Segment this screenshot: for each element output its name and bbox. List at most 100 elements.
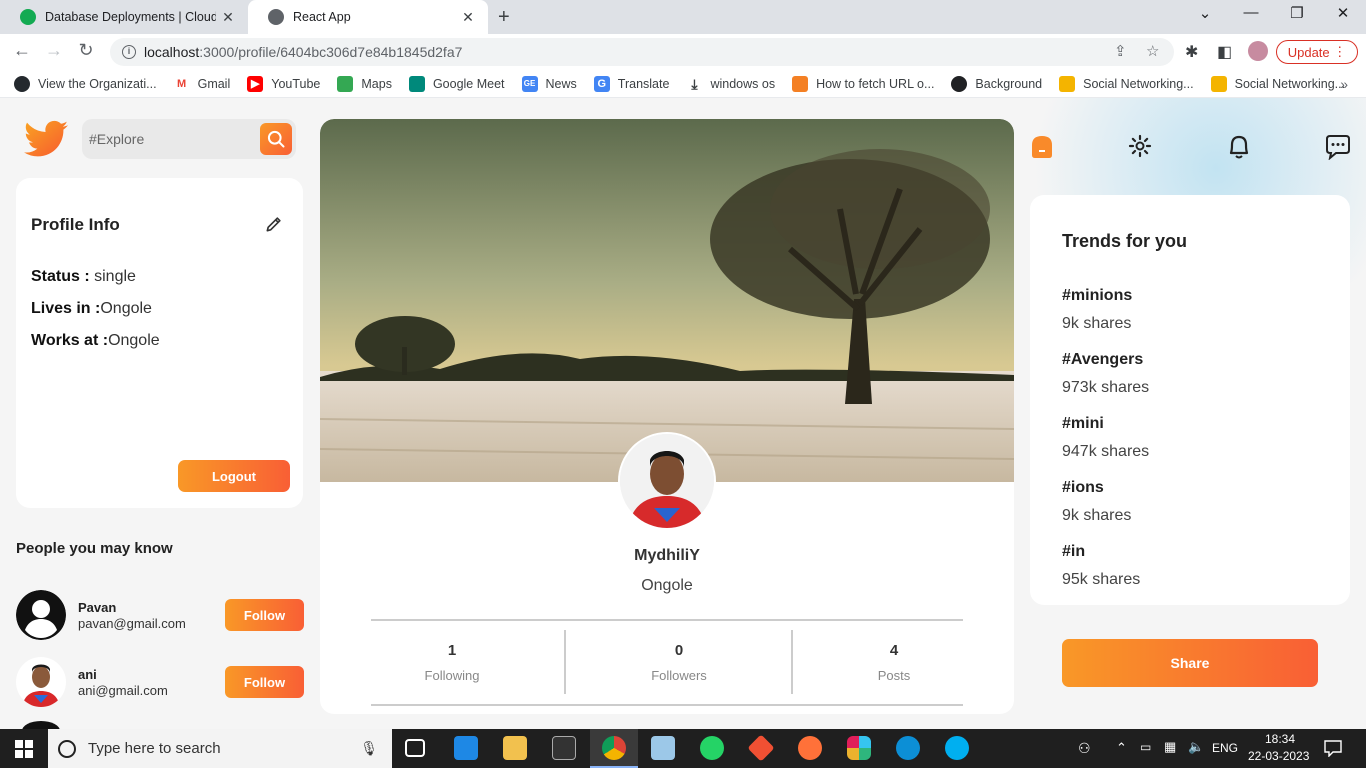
language-indicator[interactable]: ENG bbox=[1212, 741, 1238, 755]
terminal-icon[interactable] bbox=[552, 736, 576, 760]
search-button[interactable] bbox=[260, 123, 292, 155]
stat-number: 0 bbox=[674, 642, 684, 659]
volume-muted-icon[interactable]: 🔈 bbox=[1188, 739, 1204, 755]
bookmark-item[interactable]: View the Organizati... bbox=[14, 75, 157, 92]
git-icon[interactable] bbox=[747, 734, 775, 762]
people-you-may-know-title: People you may know bbox=[16, 540, 173, 557]
status-row: Status : single bbox=[31, 268, 136, 286]
vscode-icon[interactable] bbox=[454, 736, 478, 760]
home-icon[interactable] bbox=[1029, 133, 1055, 159]
side-panel-icon[interactable]: ◧ bbox=[1217, 42, 1232, 62]
twitter-bird-logo-icon bbox=[24, 120, 68, 157]
trend-tag[interactable]: #ions bbox=[1062, 479, 1104, 497]
stat-following[interactable]: 1 Following bbox=[392, 642, 512, 683]
stat-posts[interactable]: 4 Posts bbox=[834, 642, 954, 683]
skype-icon[interactable] bbox=[945, 736, 969, 760]
bookmark-item[interactable]: How to fetch URL o... bbox=[792, 75, 934, 92]
trend-tag[interactable]: #mini bbox=[1062, 415, 1104, 433]
trend-tag[interactable]: #in bbox=[1062, 543, 1085, 561]
firefox-icon[interactable] bbox=[798, 736, 822, 760]
bookmark-item[interactable]: M Gmail bbox=[173, 75, 231, 92]
notification-icon[interactable] bbox=[1324, 740, 1342, 757]
translate-icon: G bbox=[593, 75, 610, 92]
whatsapp-icon[interactable] bbox=[700, 736, 724, 760]
stat-followers[interactable]: 0 Followers bbox=[619, 642, 739, 683]
explore-search-box[interactable]: #Explore bbox=[82, 119, 296, 159]
profile-avatar-icon[interactable] bbox=[1248, 41, 1268, 61]
share-button[interactable]: Share bbox=[1062, 639, 1318, 687]
address-bar[interactable]: i localhost:3000/profile/6404bc306d7e84b… bbox=[110, 38, 1174, 66]
search-icon bbox=[267, 130, 285, 148]
people-icon[interactable]: ⚇ bbox=[1078, 740, 1091, 757]
follow-button[interactable]: Follow bbox=[225, 599, 304, 631]
divider bbox=[371, 704, 963, 706]
bookmark-item[interactable]: Maps bbox=[337, 75, 392, 92]
extensions-icon[interactable]: ✱ bbox=[1185, 42, 1198, 62]
bookmark-item[interactable]: Google Meet bbox=[408, 75, 505, 92]
forward-arrow-icon[interactable]: → bbox=[42, 40, 66, 61]
bookmark-label: Gmail bbox=[197, 76, 231, 91]
search-input[interactable]: #Explore bbox=[89, 131, 260, 147]
close-icon[interactable]: ✕ bbox=[456, 9, 480, 26]
update-button[interactable]: Update ⋮ bbox=[1276, 40, 1358, 64]
tab-database-deployments[interactable]: Database Deployments | Cloud: M ✕ bbox=[0, 0, 248, 34]
follow-button[interactable]: Follow bbox=[225, 666, 304, 698]
battery-icon[interactable]: ▭ bbox=[1140, 740, 1151, 754]
edge-icon[interactable] bbox=[896, 736, 920, 760]
network-icon[interactable]: ▦ bbox=[1164, 739, 1176, 755]
trend-tag[interactable]: #minions bbox=[1062, 287, 1132, 305]
back-arrow-icon[interactable]: ← bbox=[10, 40, 34, 61]
bookmark-item[interactable]: G Translate bbox=[593, 75, 669, 92]
bookmark-item[interactable]: GE News bbox=[521, 75, 577, 92]
bookmark-item[interactable]: ▶ YouTube bbox=[247, 75, 320, 92]
bookmark-label: View the Organizati... bbox=[38, 76, 157, 91]
close-icon[interactable]: ✕ bbox=[216, 9, 240, 26]
bookmark-star-icon[interactable]: ☆ bbox=[1146, 42, 1159, 60]
window-close-icon[interactable]: ✕ bbox=[1320, 4, 1366, 22]
pencil-edit-icon[interactable] bbox=[264, 214, 284, 234]
file-explorer-icon[interactable] bbox=[503, 736, 527, 760]
site-info-icon[interactable]: i bbox=[122, 45, 136, 59]
gear-icon[interactable] bbox=[1128, 134, 1152, 158]
cover-image bbox=[320, 119, 1014, 482]
clock-time[interactable]: 18:34 bbox=[1265, 732, 1295, 746]
logout-button[interactable]: Logout bbox=[178, 460, 290, 492]
social-icon bbox=[1210, 75, 1227, 92]
trend-tag[interactable]: #Avengers bbox=[1062, 351, 1143, 369]
windows-start-icon[interactable] bbox=[15, 740, 33, 758]
stat-number: 4 bbox=[889, 642, 899, 659]
update-label: Update bbox=[1287, 44, 1330, 60]
chevron-right-icon[interactable]: » bbox=[1340, 76, 1348, 92]
clock-date[interactable]: 22-03-2023 bbox=[1248, 749, 1309, 763]
bookmark-item[interactable]: Social Networking... bbox=[1059, 75, 1194, 92]
share-page-icon[interactable]: ⇪ bbox=[1114, 42, 1127, 60]
chrome-icon[interactable] bbox=[602, 736, 626, 760]
stat-label: Followers bbox=[651, 668, 707, 683]
tab-search-chevron-icon[interactable]: ⌄ bbox=[1182, 4, 1228, 22]
status-value: single bbox=[89, 268, 136, 285]
profile-picture[interactable] bbox=[618, 432, 716, 530]
new-tab-button[interactable]: + bbox=[498, 6, 510, 29]
taskbar-search-box[interactable]: Type here to search 🎙 bbox=[48, 729, 392, 768]
chat-bubble-icon[interactable] bbox=[1324, 134, 1352, 160]
app-page: #Explore Profile Info Status : single Li… bbox=[0, 98, 1366, 729]
slack-icon[interactable] bbox=[847, 736, 871, 760]
taskbar-search-input[interactable]: Type here to search bbox=[88, 740, 360, 757]
restore-icon[interactable]: ❐ bbox=[1274, 4, 1320, 22]
reload-icon[interactable]: ↻ bbox=[74, 40, 98, 61]
tab-react-app[interactable]: React App ✕ bbox=[248, 0, 488, 34]
bookmark-item[interactable]: ⤓ windows os bbox=[686, 75, 775, 92]
chevron-up-icon[interactable]: ⌃ bbox=[1116, 740, 1127, 756]
bookmark-item[interactable]: Background bbox=[951, 75, 1042, 92]
minimize-icon[interactable]: — bbox=[1228, 4, 1274, 21]
notepad-icon[interactable] bbox=[651, 736, 675, 760]
microphone-icon[interactable]: 🎙 bbox=[360, 740, 378, 757]
bookmark-item[interactable]: Social Networking... bbox=[1210, 75, 1345, 92]
avatar[interactable] bbox=[16, 590, 66, 640]
trend-shares: 947k shares bbox=[1062, 443, 1150, 460]
bell-icon[interactable] bbox=[1226, 133, 1252, 161]
person-name: ani bbox=[78, 667, 97, 682]
lives-label: Lives in : bbox=[31, 300, 101, 317]
task-view-icon[interactable] bbox=[405, 739, 425, 757]
avatar[interactable] bbox=[16, 657, 66, 707]
